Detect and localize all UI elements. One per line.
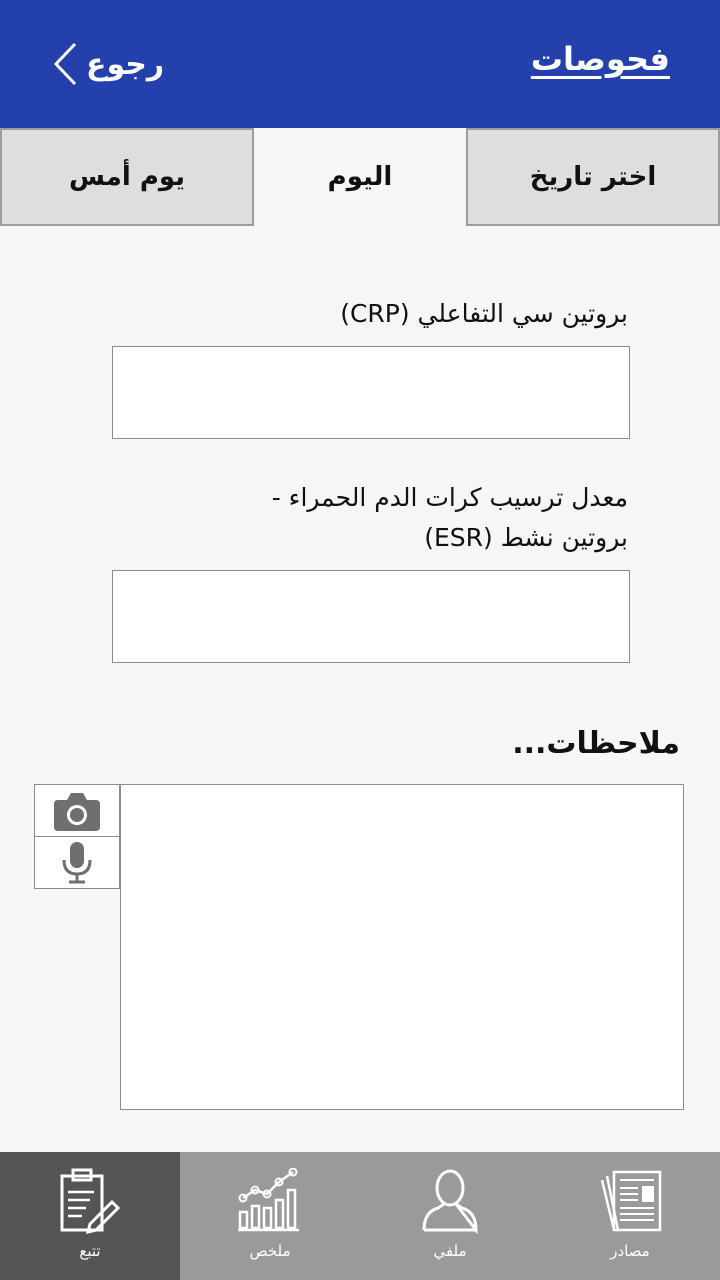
tracking-clipboard-icon (60, 1168, 121, 1234)
date-tabs: يوم أمس اليوم اختر تاريخ (0, 128, 720, 228)
notes-input[interactable] (120, 784, 684, 1110)
tab-choose-date[interactable]: اختر تاريخ (466, 128, 720, 226)
nav-resources-label: مصادر (610, 1242, 650, 1260)
tab-yesterday[interactable]: يوم أمس (0, 128, 254, 226)
back-label: رجوع (86, 46, 165, 82)
profile-person-icon (422, 1169, 478, 1234)
chevron-left-icon (53, 42, 77, 86)
notes-title: ملاحظات... (512, 726, 680, 761)
app-header: رجوع فحوصات (0, 0, 720, 128)
microphone-button[interactable] (34, 836, 120, 889)
crp-input[interactable] (112, 346, 630, 439)
crp-label: بروتين سي التفاعلي (CRP) (340, 299, 628, 328)
esr-input[interactable] (112, 570, 630, 663)
nav-profile-label: ملفي (433, 1242, 467, 1260)
microphone-icon (62, 841, 92, 883)
resources-newspaper-icon (600, 1170, 662, 1232)
esr-label-line1: معدل ترسيب كرات الدم الحمراء - (271, 483, 628, 512)
esr-label-line2: بروتين نشط (ESR) (424, 523, 628, 552)
nav-profile[interactable]: ملفي (360, 1152, 540, 1280)
camera-button[interactable] (34, 784, 120, 837)
back-button[interactable]: رجوع (52, 40, 164, 88)
page-title[interactable]: فحوصات (531, 40, 670, 78)
summary-chart-icon (238, 1168, 299, 1232)
bottom-nav: تتبع ملخص ملفي مصادر (0, 1152, 720, 1280)
nav-tracking[interactable]: تتبع (0, 1152, 180, 1280)
nav-tracking-label: تتبع (79, 1242, 101, 1260)
esr-label: معدل ترسيب كرات الدم الحمراء - بروتين نش… (272, 478, 628, 558)
tab-today[interactable]: اليوم (254, 128, 466, 226)
camera-icon (54, 792, 100, 831)
nav-summary[interactable]: ملخص (180, 1152, 360, 1280)
nav-resources[interactable]: مصادر (540, 1152, 720, 1280)
nav-summary-label: ملخص (249, 1242, 291, 1260)
